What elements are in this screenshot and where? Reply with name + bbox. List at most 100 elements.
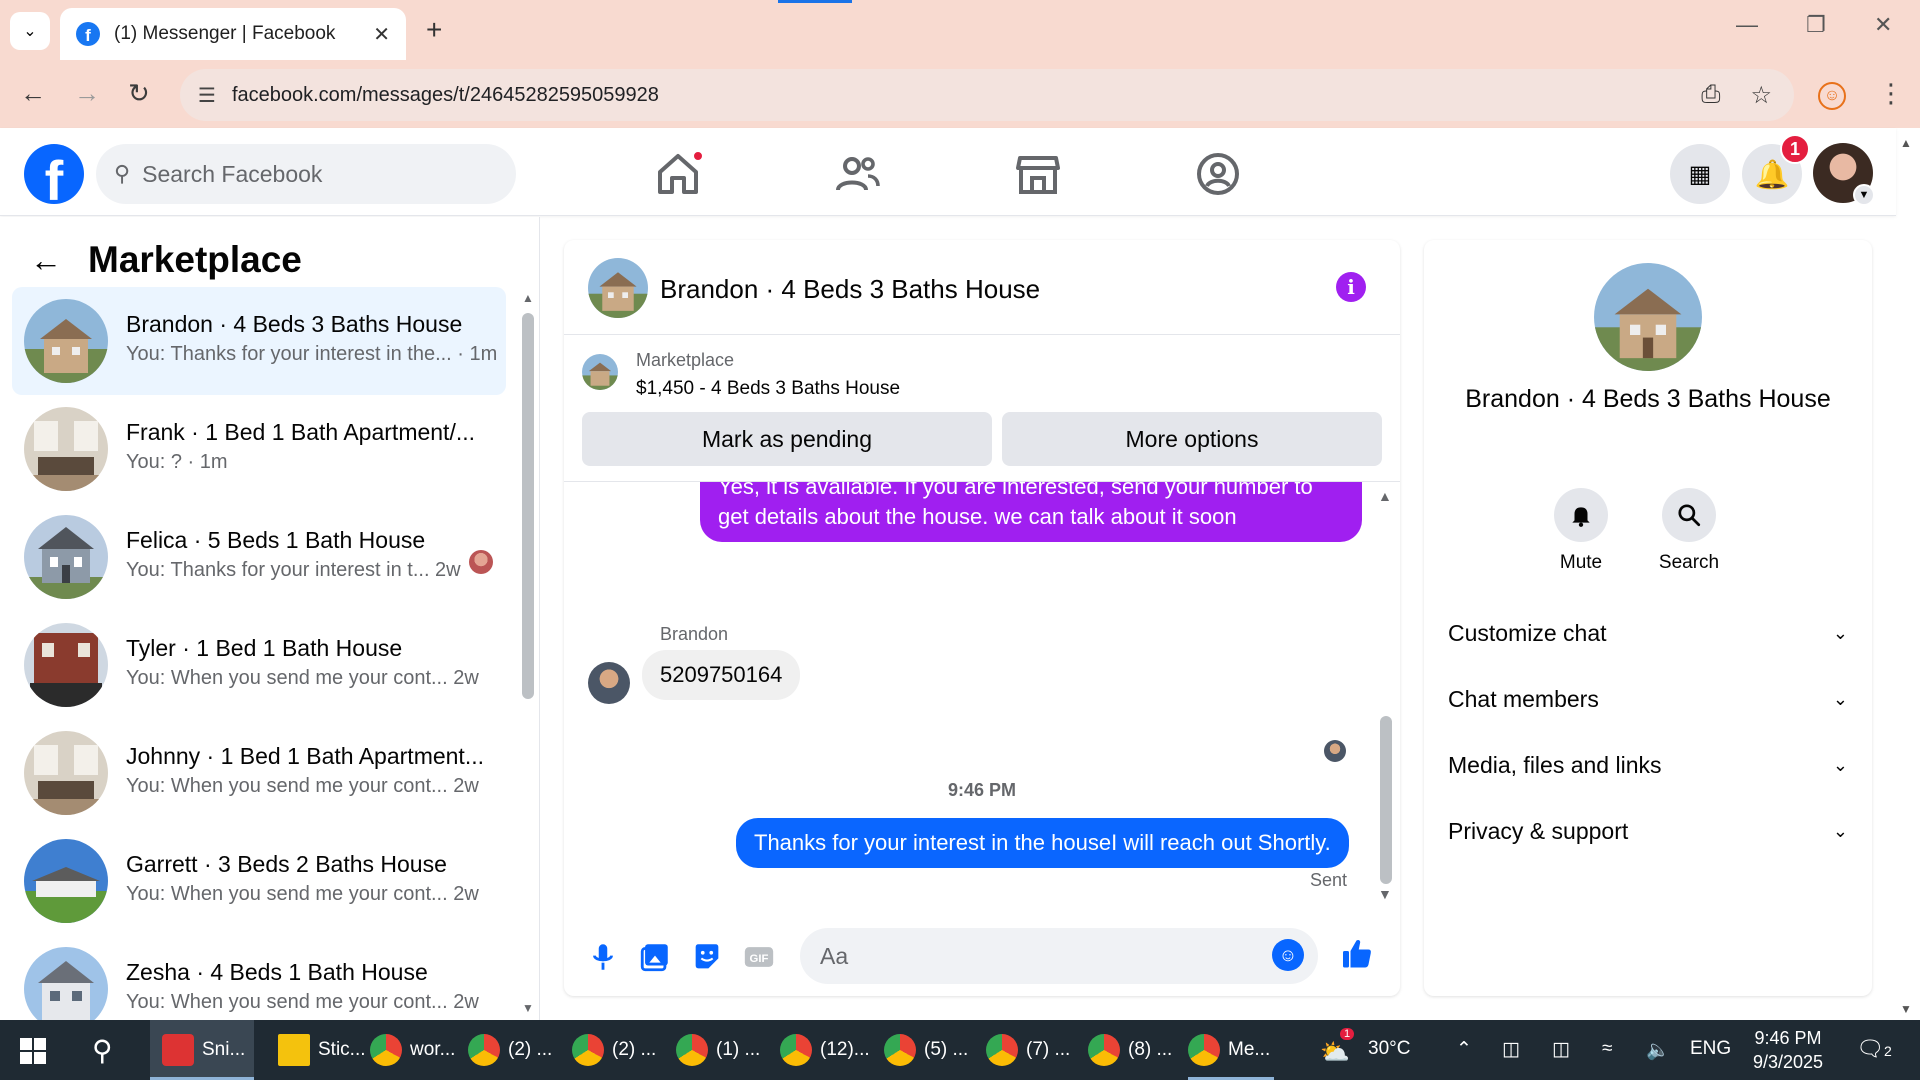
privacy-support-section[interactable]: Privacy & support ⌄ (1448, 806, 1848, 856)
search-conversation-button[interactable]: Search (1644, 488, 1734, 574)
outgoing-message[interactable]: Thanks for your interest in the houseI w… (736, 818, 1349, 868)
back-arrow-icon[interactable]: ← (30, 242, 62, 279)
language-indicator[interactable]: ENG (1690, 1038, 1731, 1060)
tab-search-button[interactable]: ⌄ (10, 12, 50, 50)
close-tab-icon[interactable]: ✕ (373, 22, 390, 47)
groups-icon[interactable] (1194, 150, 1242, 198)
media-files-links-section[interactable]: Media, files and links ⌄ (1448, 740, 1848, 790)
message-text-input[interactable] (820, 942, 1260, 970)
photo-icon[interactable] (638, 940, 672, 974)
chat-avatar[interactable] (588, 258, 648, 318)
url-text[interactable]: facebook.com/messages/t/2464528259505992… (232, 84, 659, 107)
taskbar-app[interactable]: (8) ... (1088, 1020, 1172, 1080)
taskbar-app[interactable]: Stic... (264, 1020, 366, 1080)
taskbar-app[interactable]: (12)... (780, 1020, 870, 1080)
volume-icon[interactable]: 🔈 (1646, 1038, 1670, 1062)
conversation-item[interactable]: Brandon · 4 Beds 3 Baths House You: Than… (12, 287, 506, 395)
info-icon[interactable]: i (1336, 272, 1366, 302)
scroll-down-arrow-icon[interactable]: ▼ (522, 1001, 534, 1015)
taskbar-app[interactable]: (2) ... (572, 1020, 656, 1080)
taskbar-app[interactable]: (2) ... (468, 1020, 552, 1080)
taskbar-app-label: (7) ... (1026, 1039, 1071, 1060)
outgoing-message[interactable]: Yes, it is available. If you are interes… (700, 482, 1362, 542)
page-scroll-up-icon[interactable]: ▲ (1900, 136, 1912, 150)
facebook-search[interactable]: ⚲ (96, 144, 516, 204)
device-icon[interactable]: ◫ (1552, 1038, 1570, 1061)
sidebar-scrollbar[interactable] (522, 313, 534, 699)
listing-price-title[interactable]: $1,450 - 4 Beds 3 Baths House (636, 378, 900, 400)
address-bar[interactable]: ☰ facebook.com/messages/t/24645282595059… (180, 69, 1794, 121)
taskbar-app[interactable]: (5) ... (884, 1020, 968, 1080)
thumbs-up-icon[interactable] (1340, 936, 1376, 972)
taskbar-app-label: (5) ... (924, 1039, 969, 1060)
conversation-preview: You: When you send me your cont... 2w (126, 991, 479, 1013)
site-settings-icon[interactable]: ☰ (198, 83, 216, 108)
chevron-up-icon[interactable]: ⌃ (1456, 1038, 1472, 1061)
battery-icon[interactable]: ◫ (1502, 1038, 1520, 1061)
conversation-item[interactable]: Felica · 5 Beds 1 Bath House You: Thanks… (12, 503, 506, 611)
install-app-icon[interactable]: ⎙ (1701, 81, 1720, 110)
search-icon[interactable]: ⚲ (92, 1034, 113, 1067)
scroll-up-arrow-icon[interactable]: ▲ (1378, 488, 1392, 504)
scroll-up-arrow-icon[interactable]: ▲ (522, 291, 534, 305)
close-window-icon[interactable]: ✕ (1874, 12, 1892, 38)
marketplace-icon[interactable] (1014, 150, 1062, 198)
wifi-icon[interactable]: ≈ (1602, 1038, 1612, 1060)
taskbar-app[interactable]: wor... (366, 1020, 455, 1080)
mark-as-pending-button[interactable]: Mark as pending (582, 412, 992, 466)
chrome-profile-icon[interactable]: ☺ (1818, 82, 1846, 110)
scroll-down-arrow-icon[interactable]: ▼ (1378, 886, 1392, 902)
message-thread: Yes, it is available. If you are interes… (564, 482, 1400, 912)
gif-icon[interactable]: GIF (742, 940, 776, 974)
conversation-item[interactable]: Frank · 1 Bed 1 Bath Apartment/... You: … (12, 395, 506, 503)
page-scroll-down-icon[interactable]: ▼ (1900, 1002, 1912, 1016)
bookmark-star-icon[interactable]: ☆ (1750, 81, 1772, 110)
new-tab-button[interactable]: + (426, 14, 442, 46)
notification-center-icon[interactable]: 🗨2 (1856, 1036, 1892, 1062)
mute-button[interactable]: Mute (1536, 488, 1626, 574)
minimize-icon[interactable]: — (1736, 12, 1758, 38)
taskbar-app-label: Me... (1228, 1039, 1271, 1060)
customize-chat-section[interactable]: Customize chat ⌄ (1448, 608, 1848, 658)
incoming-message[interactable]: 5209750164 (642, 650, 801, 700)
friends-icon[interactable] (834, 150, 882, 198)
menu-grid-button[interactable]: ▦ (1670, 144, 1730, 204)
weather-icon[interactable]: ⛅ (1320, 1038, 1350, 1067)
taskbar-app[interactable]: (7) ... (986, 1020, 1070, 1080)
conversation-item[interactable]: Zesha · 4 Beds 1 Bath House You: When yo… (12, 935, 506, 1020)
sender-avatar[interactable] (588, 662, 630, 704)
chrome-menu-icon[interactable]: ⋮ (1878, 78, 1904, 109)
thread-scrollbar[interactable] (1380, 716, 1392, 884)
chevron-down-icon[interactable]: ▼ (1853, 184, 1875, 206)
restore-icon[interactable]: ❐ (1806, 12, 1826, 38)
conversation-item[interactable]: Garrett · 3 Beds 2 Baths House You: When… (12, 827, 506, 935)
chat-title[interactable]: Brandon · 4 Beds 3 Baths House (660, 274, 1040, 305)
chat-members-section[interactable]: Chat members ⌄ (1448, 674, 1848, 724)
message-input[interactable]: ☺ (800, 928, 1318, 984)
conversation-name: Garrett · 3 Beds 2 Baths House (126, 851, 447, 877)
facebook-search-input[interactable] (142, 160, 483, 188)
chevron-down-icon: ⌄ (1832, 820, 1848, 841)
taskbar-app[interactable]: Me... (1188, 1020, 1274, 1080)
listing-thumbnail[interactable] (582, 354, 618, 390)
conversation-item[interactable]: Tyler · 1 Bed 1 Bath House You: When you… (12, 611, 506, 719)
forward-arrow-icon[interactable]: → (74, 78, 100, 109)
microphone-icon[interactable] (586, 940, 620, 974)
taskbar-app[interactable]: (1) ... (676, 1020, 760, 1080)
more-options-button[interactable]: More options (1002, 412, 1382, 466)
reload-icon[interactable]: ↻ (128, 78, 150, 109)
listing-thumbnail (24, 623, 108, 707)
conversation-preview: You: Thanks for your interest in the... … (126, 343, 498, 365)
weather-temperature[interactable]: 30°C (1368, 1038, 1410, 1060)
emoji-icon[interactable]: ☺ (1272, 939, 1304, 971)
conversation-item[interactable]: Johnny · 1 Bed 1 Bath Apartment... You: … (12, 719, 506, 827)
chat-details-avatar[interactable] (1594, 263, 1702, 371)
browser-toolbar: ← → ↻ ☰ facebook.com/messages/t/24645282… (0, 60, 1920, 128)
windows-start-icon[interactable] (20, 1038, 46, 1064)
clock[interactable]: 9:46 PM 9/3/2025 (1738, 1026, 1838, 1074)
taskbar-app[interactable]: Sni... (150, 1020, 254, 1080)
back-arrow-icon[interactable]: ← (20, 78, 46, 109)
facebook-logo[interactable]: f (24, 144, 84, 204)
sticker-icon[interactable] (690, 940, 724, 974)
browser-tab-messenger[interactable]: f (1) Messenger | Facebook ✕ (60, 8, 406, 60)
